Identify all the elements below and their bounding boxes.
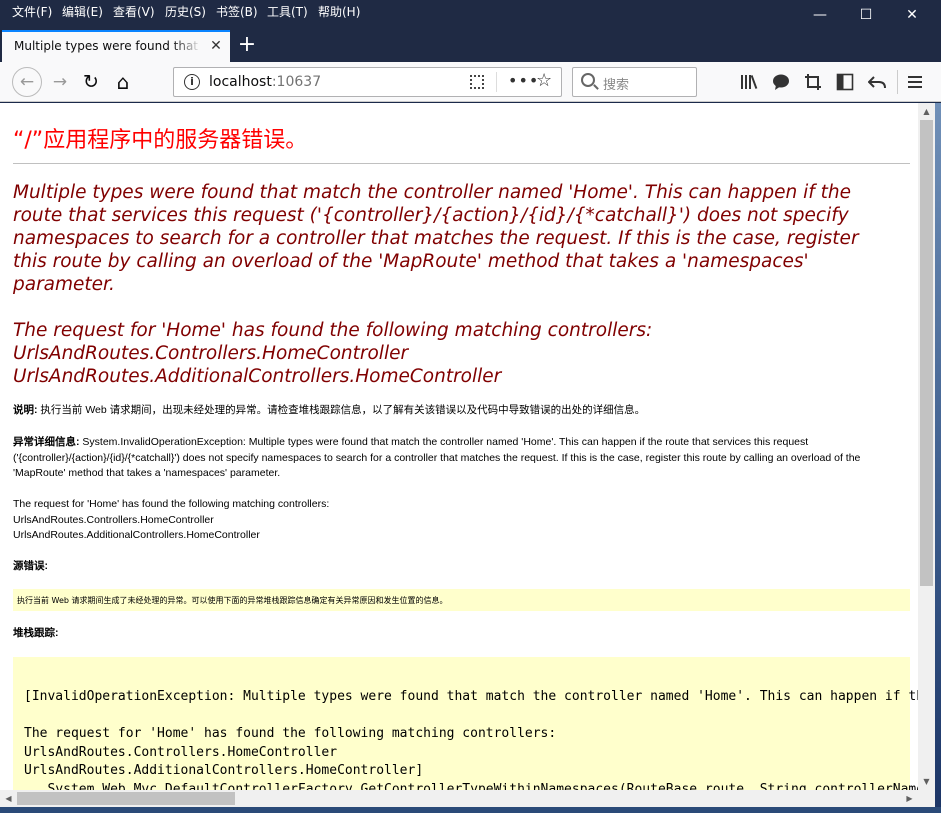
menu-edit[interactable]: 编辑(E) bbox=[62, 3, 103, 21]
stack-trace: [InvalidOperationException: Multiple typ… bbox=[24, 688, 918, 790]
url-divider bbox=[496, 72, 497, 92]
stack-line: [InvalidOperationException: Multiple typ… bbox=[24, 689, 918, 704]
stack-line: UrlsAndRoutes.AdditionalControllers.Home… bbox=[24, 763, 424, 778]
scroll-up-arrow-icon[interactable]: ▲ bbox=[918, 103, 935, 120]
url-bar[interactable]: i localhost:10637 ••• ☆ bbox=[173, 67, 562, 97]
search-bar[interactable]: 搜索 bbox=[572, 67, 697, 97]
menu-history[interactable]: 历史(S) bbox=[165, 3, 206, 21]
exception-details: 异常详细信息: System.InvalidOperationException… bbox=[13, 435, 910, 544]
stack-trace-box: [InvalidOperationException: Multiple typ… bbox=[13, 657, 918, 790]
home-button[interactable]: ⌂ bbox=[109, 68, 137, 96]
tab-active[interactable]: Multiple types were found that match the… bbox=[2, 30, 230, 62]
new-tab-button[interactable]: + bbox=[236, 32, 258, 58]
close-window-button[interactable]: ✕ bbox=[889, 0, 935, 30]
message-line: UrlsAndRoutes.Controllers.HomeController bbox=[13, 343, 409, 364]
menu-view[interactable]: 查看(V) bbox=[113, 3, 155, 21]
source-error-label: 源错误: bbox=[13, 559, 48, 575]
screenshot-icon[interactable] bbox=[804, 73, 822, 91]
horizontal-scrollbar[interactable]: ◀ ▶ bbox=[0, 790, 918, 807]
chat-icon[interactable] bbox=[772, 73, 790, 91]
exception-line: UrlsAndRoutes.Controllers.HomeController bbox=[13, 513, 214, 526]
message-line: The request for 'Home' has found the fol… bbox=[13, 320, 653, 341]
message-line: route that services this request ('{cont… bbox=[13, 205, 849, 226]
message-line: parameter. bbox=[13, 274, 115, 295]
stack-line: UrlsAndRoutes.Controllers.HomeController bbox=[24, 744, 338, 760]
description-text: 执行当前 Web 请求期间，出现未经处理的异常。请检查堆栈跟踪信息，以了解有关该… bbox=[37, 404, 646, 416]
forward-button[interactable]: → bbox=[46, 68, 74, 96]
site-info-icon[interactable]: i bbox=[184, 74, 200, 90]
source-error-label-text: 源错误: bbox=[13, 560, 48, 572]
stack-line: The request for 'Home' has found the fol… bbox=[24, 726, 557, 741]
search-icon bbox=[581, 73, 595, 87]
exception-line: System.InvalidOperationException: Multip… bbox=[79, 436, 809, 448]
back-button[interactable]: ← bbox=[12, 67, 42, 97]
menu-file[interactable]: 文件(F) bbox=[12, 3, 52, 21]
description: 说明: 执行当前 Web 请求期间，出现未经处理的异常。请检查堆栈跟踪信息，以了… bbox=[13, 403, 645, 419]
stack-trace-label: 堆栈跟踪: bbox=[13, 626, 59, 642]
url-text[interactable]: localhost:10637 bbox=[209, 74, 321, 90]
source-error-box: 执行当前 Web 请求期间生成了未经处理的异常。可以使用下面的异常堆栈跟踪信息确… bbox=[13, 589, 910, 611]
reload-button[interactable]: ↻ bbox=[77, 68, 105, 96]
library-icon[interactable] bbox=[740, 74, 758, 90]
menu-tools[interactable]: 工具(T) bbox=[267, 3, 308, 21]
exception-label: 异常详细信息: bbox=[13, 436, 80, 448]
qr-code-icon[interactable] bbox=[470, 75, 484, 89]
scroll-left-arrow-icon[interactable]: ◀ bbox=[0, 790, 17, 807]
page-actions-icon[interactable]: ••• bbox=[508, 71, 539, 90]
exception-line: UrlsAndRoutes.AdditionalControllers.Home… bbox=[13, 529, 260, 541]
exception-line: ('{controller}/{action}/{id}/{*catchall}… bbox=[13, 451, 861, 464]
menu-icon[interactable] bbox=[907, 74, 923, 90]
stack-line: System.Web.Mvc.DefaultControllerFactory.… bbox=[24, 781, 918, 791]
page-title: “/”应用程序中的服务器错误。 bbox=[13, 128, 308, 153]
message-line: this route by calling an overload of the… bbox=[13, 251, 809, 272]
stack-trace-label-text: 堆栈跟踪: bbox=[13, 627, 59, 639]
scroll-down-arrow-icon[interactable]: ▼ bbox=[918, 773, 935, 790]
vertical-scrollbar[interactable]: ▲ ▼ bbox=[918, 103, 935, 790]
description-label: 说明: bbox=[13, 404, 38, 416]
bookmark-star-icon[interactable]: ☆ bbox=[536, 70, 552, 91]
reader-icon[interactable] bbox=[836, 73, 854, 91]
vertical-scroll-thumb[interactable] bbox=[920, 120, 933, 586]
page-content: “/”应用程序中的服务器错误。 Multiple types were foun… bbox=[0, 103, 918, 790]
error-message: Multiple types were found that match the… bbox=[13, 181, 908, 388]
url-port: :10637 bbox=[271, 74, 322, 90]
minimize-button[interactable]: — bbox=[797, 0, 843, 30]
desktop-background-bottom bbox=[0, 807, 941, 813]
menu-help[interactable]: 帮助(H) bbox=[318, 3, 360, 21]
source-error-text: 执行当前 Web 请求期间生成了未经处理的异常。可以使用下面的异常堆栈跟踪信息确… bbox=[17, 596, 448, 605]
tab-bar: Multiple types were found that match the… bbox=[0, 30, 941, 62]
message-line: Multiple types were found that match the… bbox=[13, 182, 852, 203]
divider bbox=[13, 163, 910, 164]
tab-close-icon[interactable]: ✕ bbox=[207, 36, 225, 56]
browser-window: 文件(F) 编辑(E) 查看(V) 历史(S) 书签(B) 工具(T) 帮助(H… bbox=[0, 0, 941, 813]
scrollbar-corner bbox=[918, 790, 935, 807]
scroll-right-arrow-icon[interactable]: ▶ bbox=[901, 790, 918, 807]
message-line: UrlsAndRoutes.AdditionalControllers.Home… bbox=[13, 366, 502, 387]
menu-bookmarks[interactable]: 书签(B) bbox=[216, 3, 258, 21]
desktop-background bbox=[935, 103, 941, 807]
message-line: namespaces to search for a controller th… bbox=[13, 228, 859, 249]
horizontal-scroll-thumb[interactable] bbox=[17, 792, 235, 805]
undo-icon[interactable] bbox=[868, 73, 886, 91]
search-input[interactable]: 搜索 bbox=[603, 74, 629, 93]
tab-title-fade bbox=[172, 36, 202, 56]
menu-bar: 文件(F) 编辑(E) 查看(V) 历史(S) 书签(B) 工具(T) 帮助(H… bbox=[0, 0, 941, 30]
toolbar-divider bbox=[897, 70, 898, 94]
exception-line: The request for 'Home' has found the fol… bbox=[13, 498, 330, 510]
exception-line: 'MapRoute' method that takes a 'namespac… bbox=[13, 467, 281, 479]
url-host: localhost bbox=[209, 74, 272, 90]
maximize-button[interactable]: ☐ bbox=[843, 0, 889, 30]
nav-bar: ← → ↻ ⌂ i localhost:10637 ••• ☆ 搜索 bbox=[0, 62, 941, 102]
